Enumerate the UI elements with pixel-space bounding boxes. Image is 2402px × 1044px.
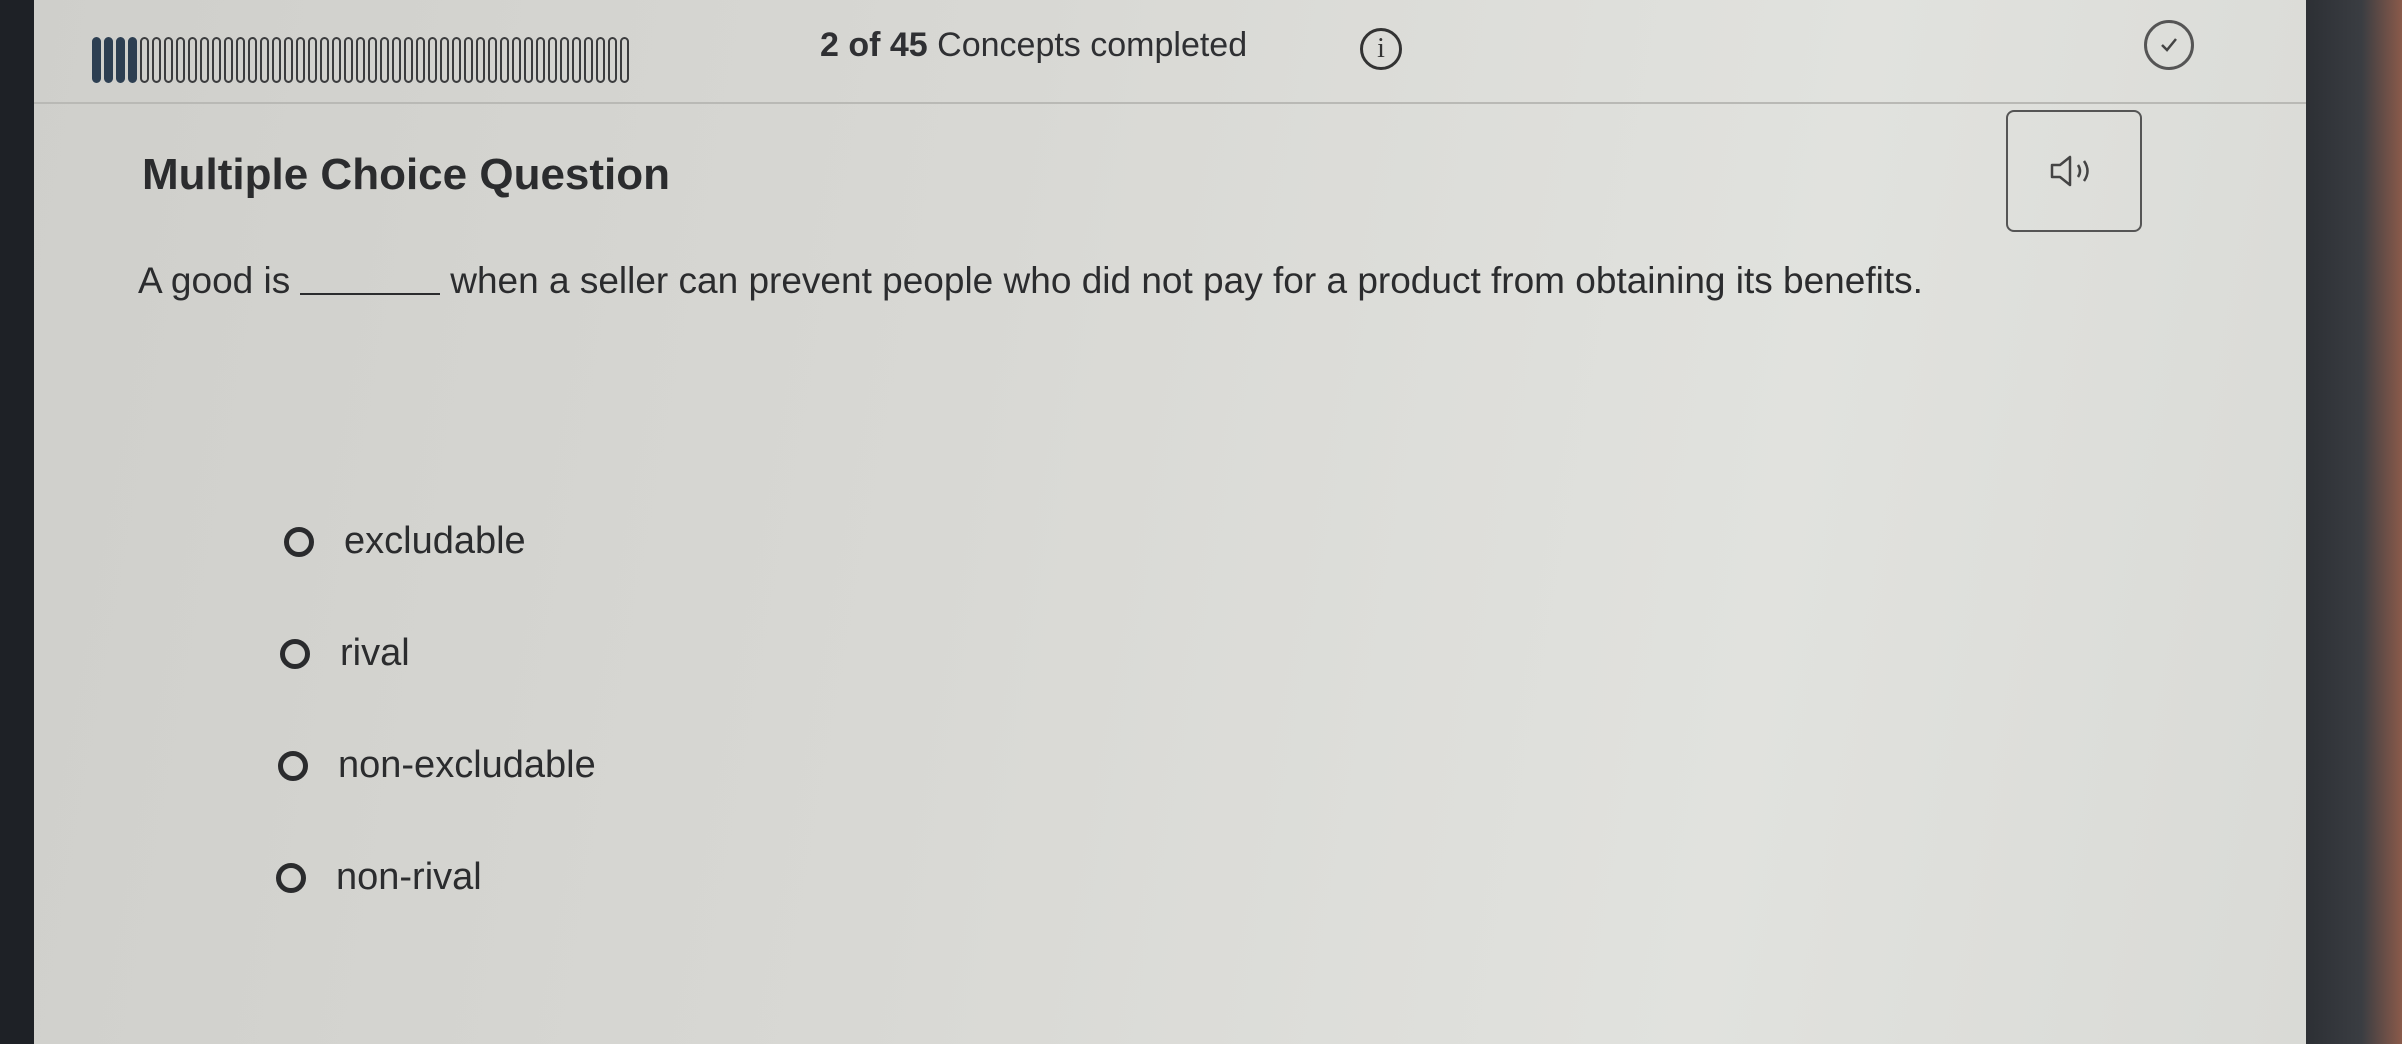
progress-segment [452,37,461,83]
progress-count: 2 of 45 [820,26,928,64]
progress-label: Concepts completed [937,26,1248,64]
quiz-screen: 2 of 45 Concepts completed i Multiple Ch… [34,0,2306,1044]
option-label: non-excludable [338,744,596,786]
progress-segments [92,34,824,86]
progress-segment [464,37,473,83]
progress-segment [284,37,293,83]
progress-segment [224,37,233,83]
progress-segment [104,37,113,83]
radio-button[interactable] [280,638,310,669]
progress-segment [164,37,173,83]
progress-segment [128,37,137,83]
progress-segment [140,37,149,83]
info-icon[interactable]: i [1360,28,1402,70]
progress-segment [92,37,101,83]
progress-segment [440,37,449,83]
progress-segment [296,37,305,83]
progress-segment [404,37,413,83]
question-text: A good is when a seller can prevent peopl… [138,260,1923,302]
progress-segment [380,37,389,83]
radio-button[interactable] [284,526,314,557]
option-label: excludable [344,520,526,562]
progress-status: 2 of 45 Concepts completed [820,26,1247,65]
progress-segment [176,37,185,83]
radio-button[interactable] [276,862,306,893]
progress-segment [536,37,545,83]
progress-segment [356,37,365,83]
progress-segment [584,37,593,83]
option-non-rival[interactable]: non-rival [276,856,482,899]
progress-segment [608,37,617,83]
speaker-icon [2050,155,2089,187]
progress-segment [320,37,329,83]
question-heading: Multiple Choice Question [142,150,671,199]
progress-header: 2 of 45 Concepts completed i [34,0,2306,104]
option-non-excludable[interactable]: non-excludable [278,744,596,787]
answer-blank [300,293,441,295]
question-text-after: when a seller can prevent people who did… [450,260,1923,301]
progress-segment [488,37,497,83]
option-label: non-rival [336,856,482,898]
progress-segment [524,37,533,83]
progress-segment [260,37,269,83]
progress-segment [560,37,569,83]
option-rival[interactable]: rival [280,632,410,675]
progress-segment [212,37,221,83]
progress-segment [308,37,317,83]
progress-segment [188,37,197,83]
progress-segment [428,37,437,83]
progress-segment [152,37,161,83]
progress-segment [596,37,605,83]
device-bezel [2300,0,2402,1044]
progress-segment [572,37,581,83]
progress-segment [548,37,557,83]
progress-segment [200,37,209,83]
progress-segment [344,37,353,83]
question-text-before: A good is [138,260,291,301]
checkmark-icon [2161,38,2177,52]
radio-button[interactable] [278,750,308,781]
progress-segment [512,37,521,83]
option-label: rival [340,632,410,674]
progress-segment [392,37,401,83]
progress-segment [416,37,425,83]
progress-segment [368,37,377,83]
progress-segment [236,37,245,83]
progress-segment [500,37,509,83]
progress-segment [332,37,341,83]
progress-segment [116,37,125,83]
option-excludable[interactable]: excludable [284,520,526,563]
progress-segment [476,37,485,83]
progress-segment [620,37,629,83]
read-aloud-button[interactable] [2006,110,2142,232]
progress-segment [272,37,281,83]
progress-segment [248,37,257,83]
check-circle-icon[interactable] [2144,20,2194,70]
